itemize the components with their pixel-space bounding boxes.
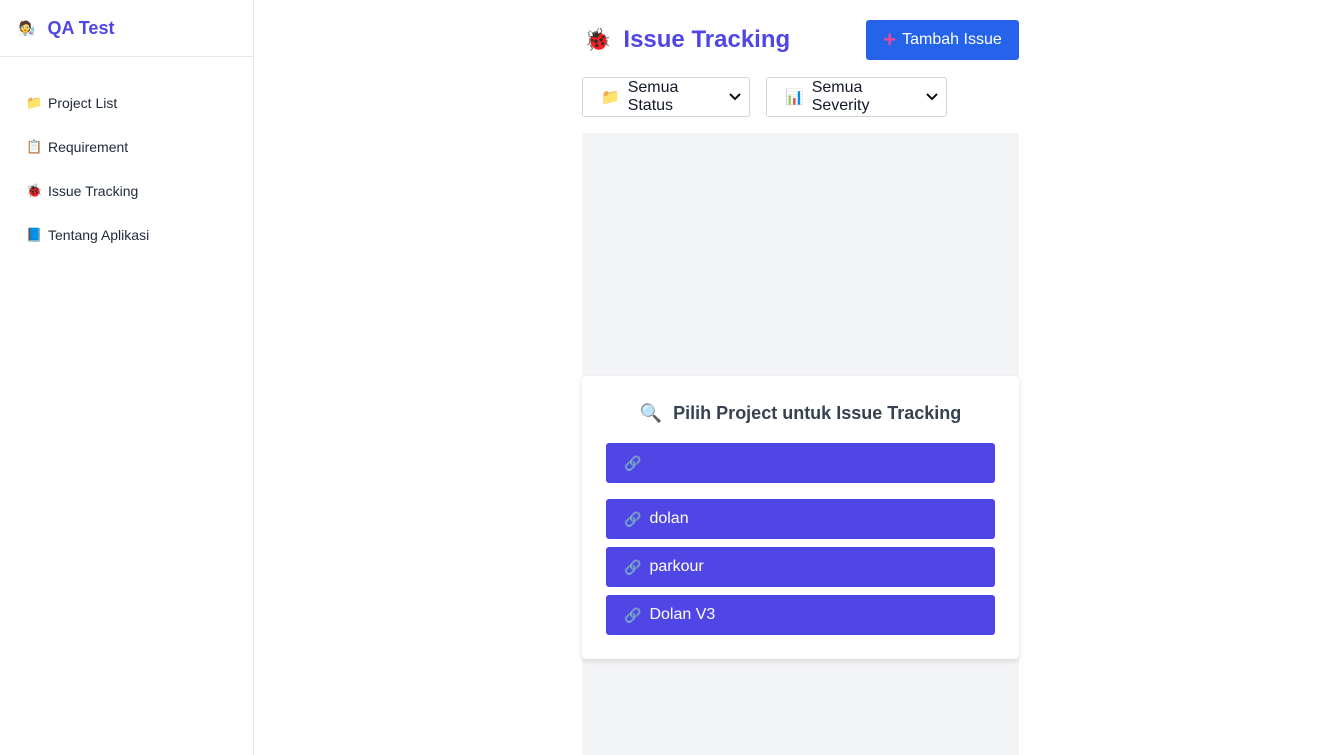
clipboard-icon: 📋 [26,139,43,154]
project-button[interactable]: 🔗 Dolan V3 [606,595,995,635]
link-icon: 🔗 [624,558,642,575]
link-icon: 🔗 [624,606,642,623]
project-picker-card: 🔍 Pilih Project untuk Issue Tracking 🔗 🔗… [582,376,1019,659]
plus-icon: + [883,27,897,52]
brand[interactable]: 🧑‍🔬 QA Test [0,0,253,57]
page-title: 🐞 Issue Tracking [584,26,790,54]
project-name: dolan [649,510,689,527]
book-icon: 📘 [26,227,43,242]
card-title: 🔍 Pilih Project untuk Issue Tracking [582,403,1019,424]
sidebar-item-tentang-aplikasi[interactable]: 📘 Tentang Aplikasi [0,213,253,257]
page-title-text: Issue Tracking [623,26,791,53]
project-name: Dolan V3 [649,606,716,623]
sidebar: 🧑‍🔬 QA Test 📁 Project List 📋 Requirement… [0,0,254,755]
project-button[interactable]: 🔗 dolan [606,499,995,539]
brand-title: QA Test [47,17,115,38]
sidebar-item-label: Issue Tracking [48,183,139,199]
sidebar-nav: 📁 Project List 📋 Requirement 🐞 Issue Tra… [0,57,253,257]
project-button[interactable]: 🔗 [606,443,995,483]
filter-bar: 📁 Semua Status 📊 Semua Severity [582,77,947,117]
bar-chart-icon: 📊 [785,89,804,106]
link-icon: 🔗 [624,510,642,527]
main-content: 🐞 Issue Tracking + Tambah Issue 📁 Semua … [582,0,1019,755]
sidebar-item-project-list[interactable]: 📁 Project List [0,81,253,125]
folder-icon: 📁 [26,95,43,110]
add-issue-button[interactable]: + Tambah Issue [866,20,1019,60]
magnifier-icon: 🔍 [639,403,663,423]
severity-select[interactable]: 📊 Semua Severity [766,77,947,117]
project-button[interactable]: 🔗 parkour [606,547,995,587]
scientist-icon: 🧑‍🔬 [18,19,36,36]
sidebar-item-label: Requirement [48,139,129,155]
link-icon: 🔗 [624,454,642,471]
issue-content-area: 🔍 Pilih Project untuk Issue Tracking 🔗 🔗… [582,133,1019,755]
severity-select-value: Semua Severity [811,79,870,114]
sidebar-item-requirement[interactable]: 📋 Requirement [0,125,253,169]
sidebar-item-issue-tracking[interactable]: 🐞 Issue Tracking [0,169,253,213]
bug-icon: 🐞 [584,27,612,52]
bug-icon: 🐞 [26,183,43,198]
project-name: parkour [649,558,704,575]
add-issue-label: Tambah Issue [902,31,1002,48]
status-select-value: Semua Status [627,79,679,114]
chevron-down-icon [926,90,938,104]
sidebar-item-label: Tentang Aplikasi [48,227,150,243]
card-title-text: Pilih Project untuk Issue Tracking [673,403,962,423]
status-select[interactable]: 📁 Semua Status [582,77,750,117]
sidebar-item-label: Project List [48,95,118,111]
page-header: 🐞 Issue Tracking + Tambah Issue [582,0,1019,78]
folder-icon: 📁 [601,89,620,106]
chevron-down-icon [729,90,741,104]
